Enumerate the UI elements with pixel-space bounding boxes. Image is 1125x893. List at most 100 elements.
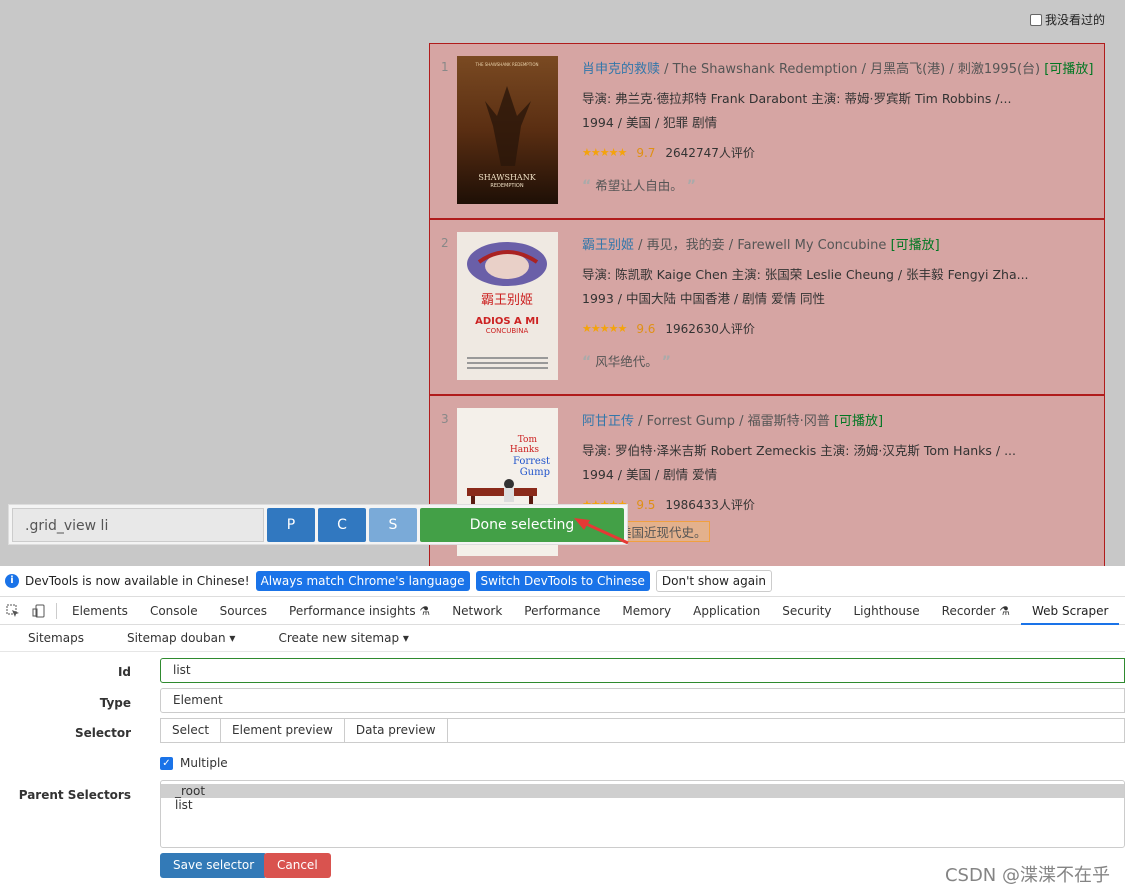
movie-poster[interactable]: THE SHAWSHANK REDEMPTION SHAWSHANK REDEM… (457, 56, 558, 204)
movie-other-titles: / The Shawshank Redemption / 月黑高飞(港) / 刺… (664, 62, 1041, 77)
movie-title[interactable]: 阿甘正传 (582, 414, 634, 429)
parent-option-list[interactable]: list (161, 798, 1124, 812)
movie-meta: 1993 / 中国大陆 中国香港 / 剧情 爱情 同性 (582, 291, 826, 306)
nav-sitemap-douban[interactable]: Sitemap douban ▾ (113, 631, 250, 645)
movie-quote: “ 希望让人自由。 ” (582, 175, 1096, 194)
playable-tag: [可播放] (833, 414, 884, 429)
poster-name-2: Hanks (510, 445, 539, 455)
tab-elements[interactable]: Elements (61, 597, 139, 625)
rating-stars: ★★★★★ (582, 146, 627, 159)
movie-rank: 3 (441, 412, 449, 426)
web-scraper-nav: Sitemaps Sitemap douban ▾ Create new sit… (0, 625, 1125, 652)
poster-title-2: Gump (520, 467, 550, 478)
unseen-checkbox[interactable] (1029, 13, 1042, 26)
selector-label: Selector (74, 725, 131, 740)
parent-selectors-label: Parent Selectors (18, 788, 131, 802)
multiple-label: Multiple (180, 756, 228, 770)
unseen-filter[interactable]: 我没看过的 (1029, 11, 1105, 28)
close-quote-icon: ” (661, 354, 671, 370)
poster-title-1: Forrest (513, 456, 550, 467)
close-quote-icon: ” (686, 178, 696, 194)
open-quote-icon: “ (582, 178, 592, 194)
movie-list: 1 THE SHAWSHANK REDEMPTION SHAWSHANK RED… (429, 43, 1105, 566)
quote-text: 希望让人自由。 (595, 178, 683, 193)
poster-title-text: ADIOS A MI (475, 316, 539, 327)
playable-tag: [可播放] (1044, 62, 1094, 77)
element-preview-button[interactable]: Element preview (221, 719, 345, 742)
movie-meta: 1994 / 美国 / 剧情 爱情 (582, 467, 718, 482)
movie-rank: 2 (441, 236, 449, 250)
select-parent-button[interactable]: P (267, 507, 315, 542)
tab-lighthouse[interactable]: Lighthouse (843, 597, 931, 625)
tab-recorder[interactable]: Recorder ⚗ (931, 597, 1021, 625)
save-selector-button[interactable]: Save selector (160, 853, 268, 878)
open-quote-icon: “ (582, 354, 592, 370)
movie-meta: 1994 / 美国 / 犯罪 剧情 (582, 115, 718, 130)
id-label: Id (117, 664, 131, 679)
tab-security[interactable]: Security (771, 597, 842, 625)
movie-credits: 导演: 陈凯歌 Kaige Chen 主演: 张国荣 Leslie Cheung… (582, 267, 1029, 282)
devtools-tab-bar: Elements Console Sources Performance ins… (0, 597, 1125, 625)
nav-sitemaps[interactable]: Sitemaps (14, 631, 98, 645)
info-icon: i (5, 574, 19, 588)
tab-web-scraper[interactable]: Web Scraper (1021, 597, 1120, 625)
movie-item[interactable]: 2 霸王别姬 ADIOS A MI CONCUBINA 霸王别姬 / 再见，我的… (429, 219, 1105, 395)
rating-score: 9.6 (636, 321, 656, 336)
language-notice-bar: i DevTools is now available in Chinese! … (0, 566, 1125, 597)
movie-other-titles: / 再见，我的妾 / Farewell My Concubine (638, 238, 887, 253)
multiple-checkbox[interactable]: ✓ (160, 756, 173, 770)
inspect-element-icon[interactable] (0, 604, 26, 618)
switch-chinese-button[interactable]: Switch DevTools to Chinese (475, 571, 650, 591)
tab-performance-insights[interactable]: Performance insights ⚗ (278, 597, 441, 625)
movie-other-titles: / Forrest Gump / 福雷斯特·冈普 (638, 414, 830, 429)
tab-divider (56, 602, 57, 619)
tab-performance[interactable]: Performance (513, 597, 611, 625)
watermark: CSDN @渫渫不在乎 (944, 865, 1110, 886)
movie-quote: “ 风华绝代。 ” (582, 351, 1096, 370)
tab-network[interactable]: Network (441, 597, 513, 625)
poster-title-text: SHAWSHANK (478, 173, 536, 182)
nav-create-sitemap[interactable]: Create new sitemap ▾ (264, 631, 422, 645)
rating-stars: ★★★★★ (582, 322, 627, 335)
movie-info: 阿甘正传 / Forrest Gump / 福雷斯特·冈普 [可播放] 导演: … (582, 410, 1096, 513)
select-child-button[interactable]: C (318, 507, 366, 542)
parent-selectors-list[interactable]: _root list (160, 780, 1125, 848)
rating-votes: 2642747人评价 (665, 146, 755, 160)
multiple-checkbox-row[interactable]: ✓ Multiple (160, 756, 228, 770)
match-language-button[interactable]: Always match Chrome's language (255, 571, 470, 591)
css-selector-input[interactable]: .grid_view li (12, 507, 264, 542)
tab-memory[interactable]: Memory (611, 597, 682, 625)
movie-item[interactable]: 1 THE SHAWSHANK REDEMPTION SHAWSHANK RED… (429, 43, 1105, 219)
data-preview-button[interactable]: Data preview (344, 719, 448, 742)
movie-rating: ★★★★★ 9.6 1962630人评价 (582, 320, 1096, 337)
select-sibling-button[interactable]: S (369, 507, 417, 542)
rating-score: 9.5 (636, 497, 656, 512)
playable-tag: [可播放] (890, 238, 940, 253)
tab-console[interactable]: Console (139, 597, 209, 625)
movie-rating: ★★★★★ 9.5 1986433人评价 (582, 496, 1096, 513)
dont-show-again-button[interactable]: Don't show again (655, 570, 773, 592)
web-page-viewport: 我没看过的 1 THE SHAWSHANK REDEMPTION SHAWSHA… (0, 0, 1125, 566)
movie-credits: 导演: 罗伯特·泽米吉斯 Robert Zemeckis 主演: 汤姆·汉克斯 … (582, 443, 1016, 458)
rating-score: 9.7 (636, 145, 656, 160)
movie-rank: 1 (441, 60, 449, 74)
poster-sub-text: REDEMPTION (490, 183, 523, 189)
movie-rating: ★★★★★ 9.7 2642747人评价 (582, 144, 1096, 161)
cancel-button[interactable]: Cancel (264, 853, 331, 878)
type-select[interactable]: Element (160, 688, 1125, 713)
parent-option-root[interactable]: _root (161, 784, 1124, 798)
id-input[interactable]: list (160, 658, 1125, 683)
tab-sources[interactable]: Sources (209, 597, 278, 625)
movie-title[interactable]: 霸王别姬 (582, 238, 634, 253)
quote-text: 风华绝代。 (595, 354, 658, 369)
poster-name-1: Tom (518, 435, 538, 445)
web-scraper-selector-bar: .grid_view li P C S Done selecting (8, 504, 628, 545)
selector-button-group: Select Element preview Data preview (160, 718, 1125, 743)
poster-cn-title: 霸王别姬 (481, 293, 533, 308)
select-button[interactable]: Select (161, 719, 222, 742)
poster-top-text: THE SHAWSHANK REDEMPTION (475, 62, 539, 67)
tab-application[interactable]: Application (682, 597, 771, 625)
movie-title[interactable]: 肖申克的救赎 (582, 62, 660, 77)
device-toolbar-icon[interactable] (26, 604, 52, 618)
movie-poster[interactable]: 霸王别姬 ADIOS A MI CONCUBINA (457, 232, 558, 380)
